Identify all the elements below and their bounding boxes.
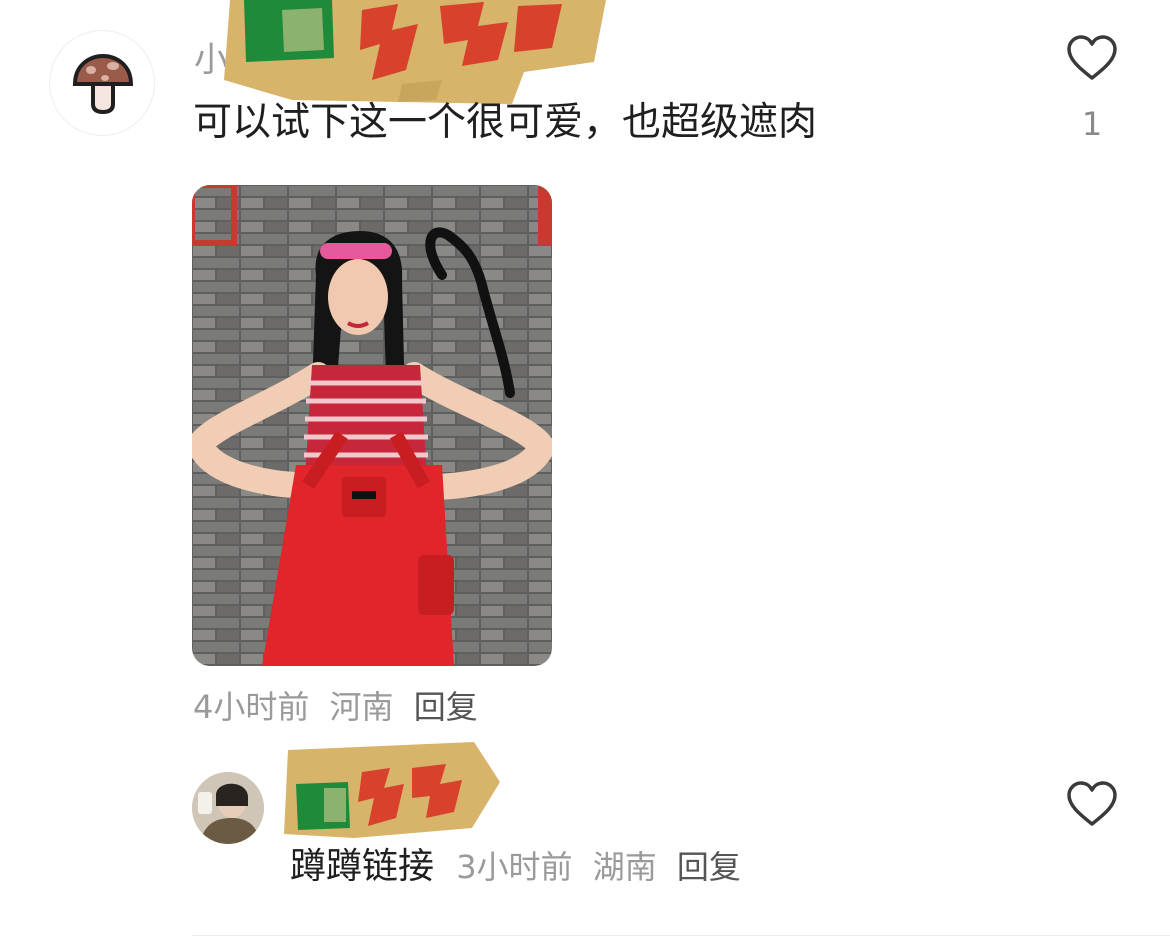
sub-comment-text: 蹲蹲链接 — [290, 846, 435, 887]
sub-reply-button[interactable]: 回复 — [677, 848, 741, 886]
photo-illustration — [192, 185, 552, 666]
sub-comment-line: 蹲蹲链接 3小时前 湖南 回复 — [290, 847, 751, 887]
comment-text: 可以试下这一个很可爱，也超级遮肉 — [193, 100, 818, 145]
reply-button[interactable]: 回复 — [414, 688, 478, 726]
user-avatar[interactable] — [49, 30, 155, 136]
comment-location: 河南 — [329, 688, 394, 726]
mushroom-icon — [72, 53, 134, 115]
divider — [192, 935, 1170, 936]
sub-comment-avatar[interactable] — [192, 772, 264, 844]
privacy-sticker — [224, 0, 606, 104]
sub-comment-time: 3小时前 — [456, 848, 573, 886]
privacy-sticker-2 — [284, 742, 500, 838]
sub-comment-location: 湖南 — [592, 848, 657, 886]
comment-image[interactable] — [192, 185, 552, 666]
comment-time: 4小时前 — [193, 688, 310, 726]
heart-outline-icon[interactable] — [1066, 34, 1118, 82]
comment-thread: 小 可以试下这一个很可爱，也超级遮肉 1 4小时前 河南 回复 蹲蹲链接 3小时… — [0, 0, 1170, 951]
comment-meta: 4小时前 河南 回复 — [193, 687, 488, 727]
like-count: 1 — [1081, 105, 1103, 143]
heart-outline-icon[interactable] — [1066, 780, 1118, 828]
avatar-photo — [192, 772, 264, 844]
